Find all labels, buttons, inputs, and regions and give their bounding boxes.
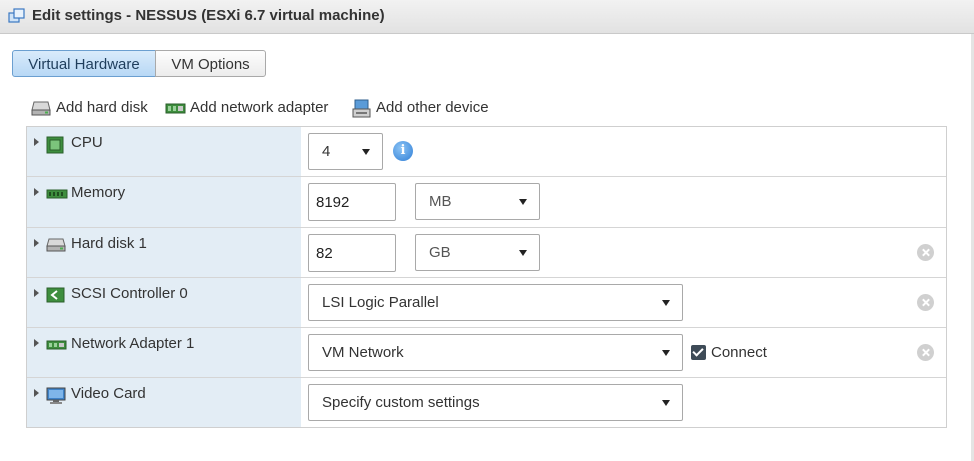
scsi-controller-icon <box>46 287 65 303</box>
network-adapter-icon <box>46 340 67 350</box>
network-select[interactable]: VM Network <box>308 334 683 371</box>
window-title: Edit settings - NESSUS (ESXi 6.7 virtual… <box>32 7 385 24</box>
hard-disk-icon <box>46 238 66 252</box>
device-row-video-card: Video Card Specify custom settings <box>27 378 946 427</box>
cpu-count-select[interactable]: 4 <box>308 133 383 170</box>
connect-label: Connect <box>711 344 767 361</box>
device-row-scsi-controller: SCSI Controller 0 LSI Logic Parallel <box>27 278 946 328</box>
network-adapter-icon <box>165 103 186 114</box>
chevron-down-icon <box>662 300 670 306</box>
scsi-controller-select[interactable]: LSI Logic Parallel <box>308 284 683 321</box>
hard-disk-unit-select[interactable]: GB <box>415 234 540 271</box>
expand-arrow-icon[interactable] <box>34 389 39 397</box>
remove-hard-disk-icon[interactable] <box>917 244 934 261</box>
expand-arrow-icon[interactable] <box>34 239 39 247</box>
device-row-cpu: CPU 4 i <box>27 127 946 177</box>
chevron-down-icon <box>362 149 370 155</box>
expand-arrow-icon[interactable] <box>34 138 39 146</box>
add-hard-disk-label: Add hard disk <box>56 99 148 116</box>
hard-disk-icon <box>31 101 51 116</box>
chevron-down-icon <box>519 199 527 205</box>
device-label-hard-disk: Hard disk 1 <box>71 235 147 252</box>
add-network-adapter-button[interactable]: Add network adapter <box>165 98 330 118</box>
add-network-adapter-label: Add network adapter <box>190 99 329 116</box>
device-row-memory: Memory 8192 MB <box>27 177 946 228</box>
device-row-network-adapter: Network Adapter 1 VM Network Connect <box>27 328 946 378</box>
tab-virtual-hardware[interactable]: Virtual Hardware <box>12 50 156 77</box>
connect-checkbox[interactable] <box>691 345 706 360</box>
add-hard-disk-button[interactable]: Add hard disk <box>31 98 151 118</box>
device-label-memory: Memory <box>71 184 126 201</box>
hardware-table: CPU 4 i Memory 8192 MB Hard disk 1 82 GB… <box>26 126 947 428</box>
video-card-icon <box>46 387 66 404</box>
vm-settings-icon <box>8 8 25 23</box>
window-title-bar: Edit settings - NESSUS (ESXi 6.7 virtual… <box>0 0 974 34</box>
add-other-device-button[interactable]: Add other device <box>352 98 492 118</box>
cpu-icon <box>46 136 64 154</box>
remove-scsi-controller-icon[interactable] <box>917 294 934 311</box>
info-icon[interactable]: i <box>393 141 413 161</box>
expand-arrow-icon[interactable] <box>34 339 39 347</box>
device-label-scsi-controller: SCSI Controller 0 <box>71 285 188 302</box>
hard-disk-size-input[interactable]: 82 <box>308 234 396 272</box>
chevron-down-icon <box>662 350 670 356</box>
tab-vm-options[interactable]: VM Options <box>155 50 266 77</box>
device-label-cpu: CPU <box>71 134 103 151</box>
memory-size-input[interactable]: 8192 <box>308 183 396 221</box>
chevron-down-icon <box>519 250 527 256</box>
chevron-down-icon <box>662 400 670 406</box>
expand-arrow-icon[interactable] <box>34 188 39 196</box>
device-label-network-adapter: Network Adapter 1 <box>71 335 195 352</box>
device-row-hard-disk: Hard disk 1 82 GB <box>27 228 946 278</box>
memory-icon <box>46 189 68 199</box>
other-device-icon <box>352 99 371 118</box>
video-card-select[interactable]: Specify custom settings <box>308 384 683 421</box>
device-label-video-card: Video Card <box>71 385 146 402</box>
add-other-device-label: Add other device <box>376 99 489 116</box>
expand-arrow-icon[interactable] <box>34 289 39 297</box>
remove-network-adapter-icon[interactable] <box>917 344 934 361</box>
memory-unit-select[interactable]: MB <box>415 183 540 220</box>
